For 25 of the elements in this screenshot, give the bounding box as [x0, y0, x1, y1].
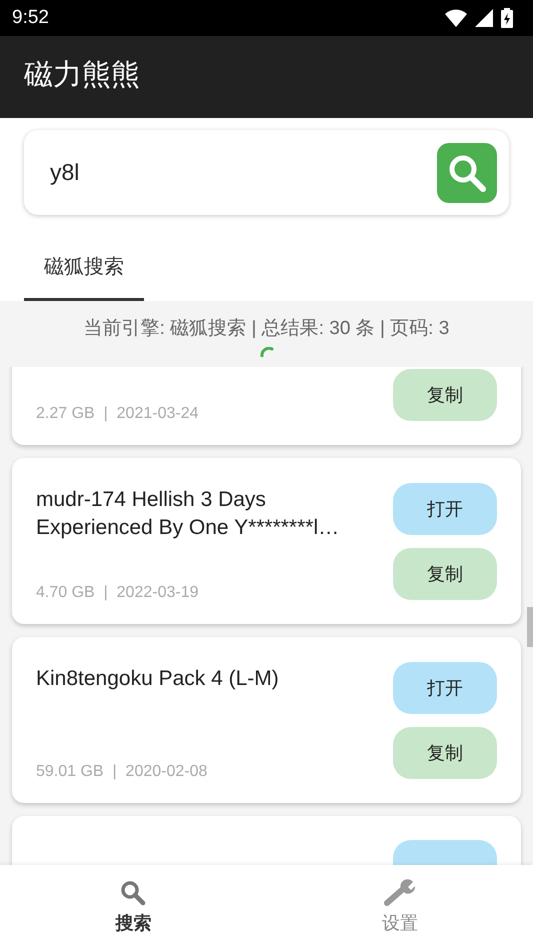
nav-item[interactable]: 搜索 — [0, 865, 266, 948]
app-title: 磁力熊熊 — [24, 58, 140, 93]
search-icon — [119, 878, 148, 906]
copy-button[interactable]: 复制 — [393, 369, 497, 421]
tab[interactable]: 磁狐搜索 — [24, 239, 144, 301]
result-title: Kin8tengoku Pack 4 (L-M) — [36, 666, 280, 692]
open-button[interactable]: 打开 — [393, 662, 497, 714]
copy-button[interactable]: 复制 — [393, 727, 497, 779]
clock: 9:52 — [12, 7, 49, 29]
search-summary: 当前引擎: 磁狐搜索 | 总结果: 30 条 | 页码: 3 — [82, 317, 450, 341]
result-title: mudr-174 Hellish 3 Days Experienced By One Y********l… — [36, 487, 340, 541]
copy-button[interactable]: 复制 — [393, 548, 497, 600]
battery-icon — [501, 8, 513, 28]
result-meta: 59.01 GB | 2020-02-08 — [36, 763, 208, 781]
wifi-icon — [445, 9, 467, 27]
result-meta: 2.27 GB | 2021-03-24 — [36, 405, 200, 423]
signal-icon — [475, 9, 493, 27]
nav-item[interactable]: 设置 — [266, 865, 533, 948]
search-field[interactable]: y8l — [24, 130, 509, 215]
search-button[interactable] — [437, 142, 497, 202]
result-meta: 4.70 GB | 2022-03-19 — [36, 584, 200, 602]
scrollbar[interactable] — [527, 607, 533, 647]
open-button[interactable]: 打开 — [393, 483, 497, 535]
loading-spinner — [260, 347, 274, 357]
wrench-icon — [382, 878, 417, 906]
